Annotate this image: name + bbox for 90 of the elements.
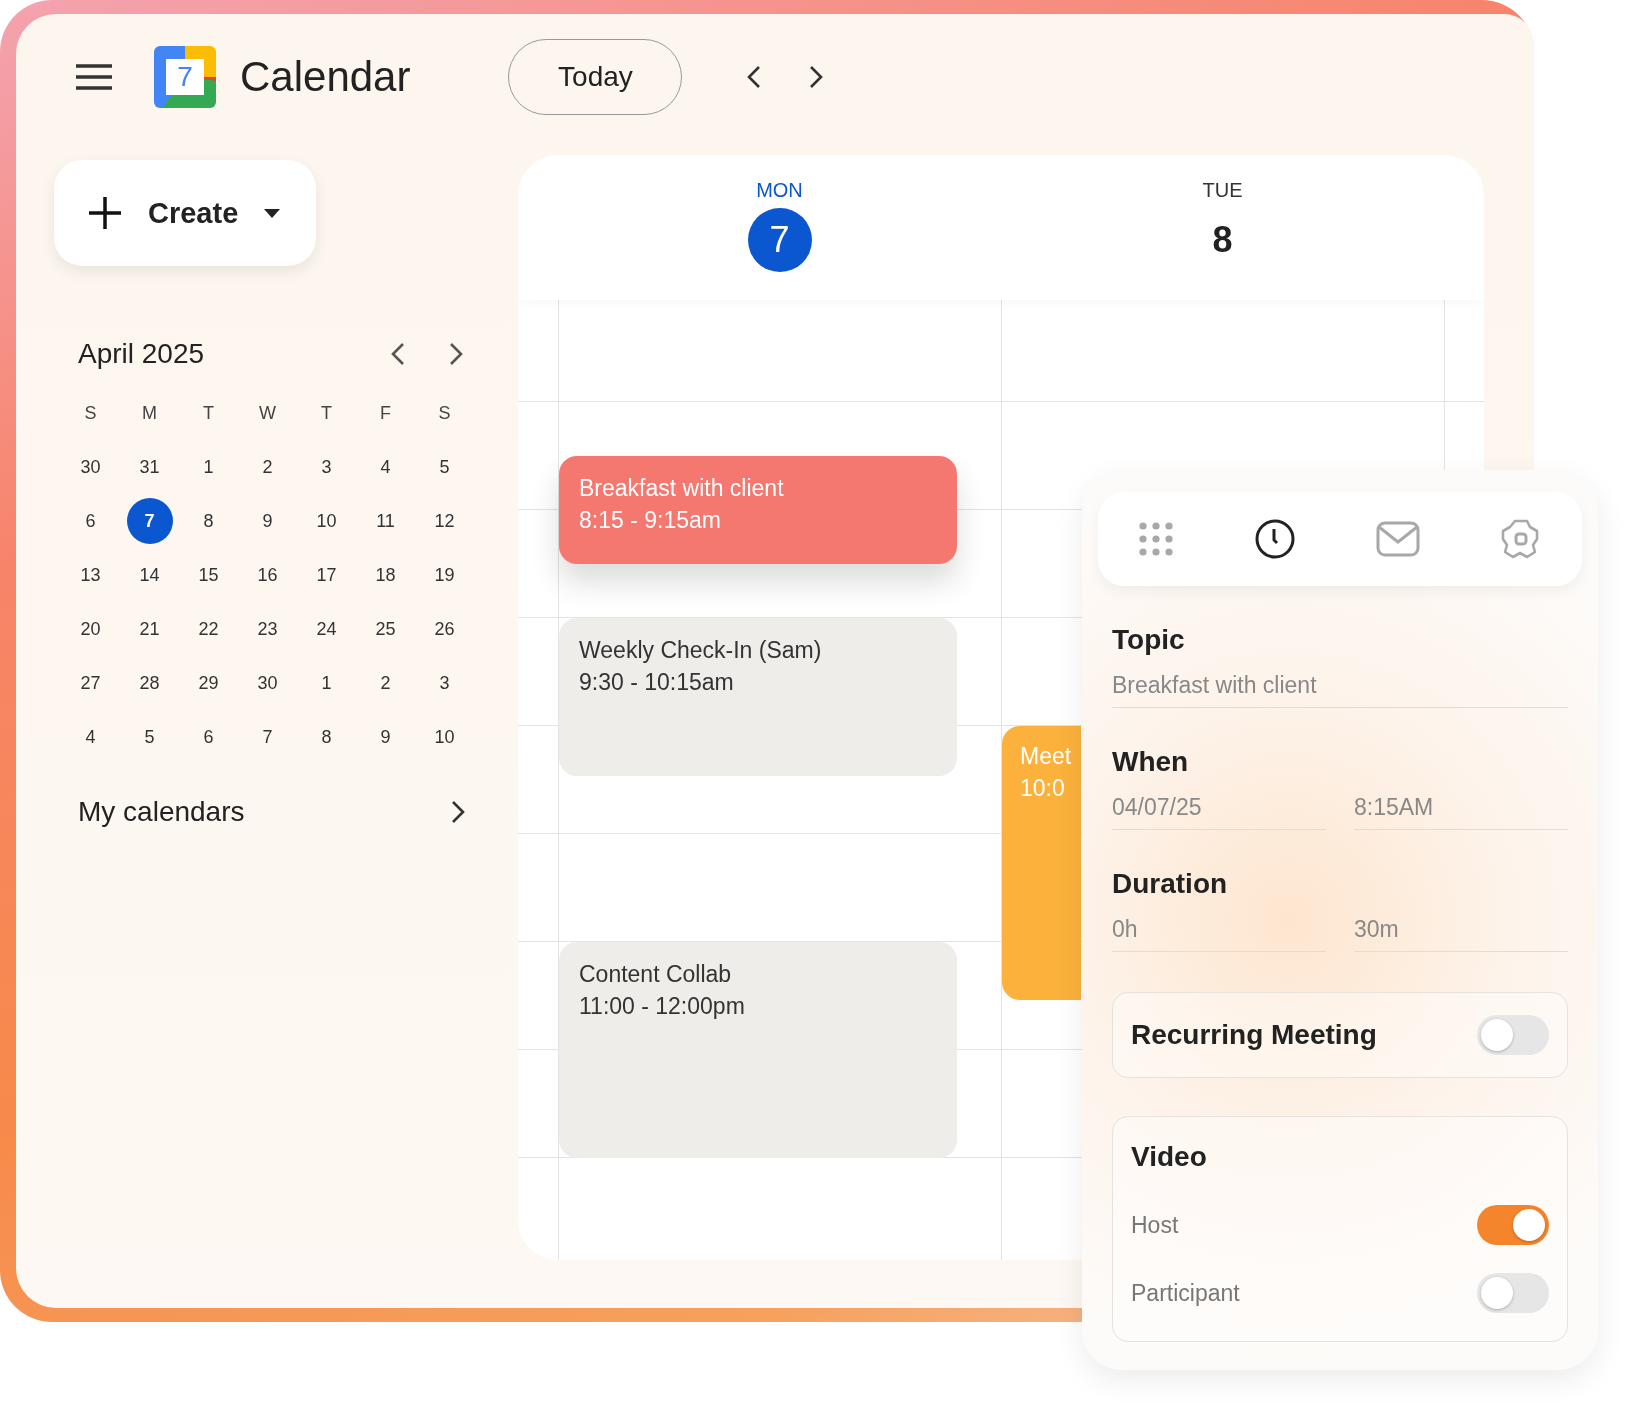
event-time: 11:00 - 12:00pm — [579, 992, 746, 1021]
field-label: Duration — [1112, 868, 1229, 900]
calendar-day[interactable]: 8 — [185, 498, 232, 544]
calendar-day[interactable]: 5 — [126, 714, 173, 760]
toggle-switch[interactable] — [1477, 1015, 1549, 1055]
section-title: My calendars — [78, 796, 245, 828]
calendar-day[interactable]: 20 — [67, 606, 114, 652]
calendar-day[interactable]: 8 — [303, 714, 350, 760]
calendar-day[interactable]: 27 — [67, 660, 114, 706]
weekday-label: F — [379, 401, 392, 425]
caret-icon — [264, 208, 281, 218]
calendar-day[interactable]: 25 — [362, 606, 409, 652]
calendar-day[interactable]: 2 — [362, 660, 409, 706]
toggle-switch[interactable] — [1477, 1273, 1549, 1313]
calendar-day[interactable]: 26 — [421, 606, 468, 652]
calendar-day[interactable]: 1 — [185, 444, 232, 490]
weekday-label: T — [320, 401, 333, 425]
calendar-day[interactable]: 5 — [421, 444, 468, 490]
chevron-right-icon — [451, 800, 465, 824]
calendar-day[interactable]: 16 — [244, 552, 291, 598]
toggle-label: Recurring Meeting — [1131, 1019, 1377, 1051]
toggle-label: Participant — [1131, 1279, 1240, 1307]
event-title: Content Collab — [579, 960, 733, 989]
toggle-switch[interactable] — [1477, 1205, 1549, 1245]
toolbar-tab[interactable] — [1254, 518, 1296, 560]
calendar-day[interactable]: 19 — [421, 552, 468, 598]
calendar-day[interactable]: 28 — [126, 660, 173, 706]
calendar-day[interactable]: 18 — [362, 552, 409, 598]
chevron-right-icon — [449, 342, 463, 366]
calendar-day[interactable]: 2 — [244, 444, 291, 490]
weekday-label: TUE — [1202, 179, 1243, 202]
event-title: Breakfast with client — [579, 474, 785, 503]
calendar-day[interactable]: 30 — [67, 444, 114, 490]
calendar-day[interactable]: 3 — [421, 660, 468, 706]
calendar-day[interactable]: 9 — [362, 714, 409, 760]
calendar-day[interactable]: 17 — [303, 552, 350, 598]
chevron-left-icon — [391, 342, 405, 366]
grid-icon — [1138, 521, 1174, 557]
calendar-day[interactable]: 7 — [244, 714, 291, 760]
calendar-day[interactable]: 10 — [421, 714, 468, 760]
calendar-day[interactable]: 14 — [126, 552, 173, 598]
event-title: Weekly Check-In (Sam) — [579, 636, 823, 665]
calendar-day[interactable]: 12 — [421, 498, 468, 544]
app-title: Calendar — [240, 53, 411, 101]
chevron-left-icon — [747, 65, 762, 89]
plus-icon — [88, 196, 122, 230]
calendar-day[interactable]: 4 — [67, 714, 114, 760]
mail-icon — [1376, 521, 1420, 557]
calendar-day[interactable]: 22 — [185, 606, 232, 652]
clock-icon — [1254, 518, 1296, 560]
toggle-label: Host — [1131, 1211, 1179, 1239]
calendar-day[interactable]: 10 — [303, 498, 350, 544]
weekday-label: S — [83, 401, 98, 425]
section-title: Video — [1130, 1140, 1208, 1173]
calendar-logo: 7 — [154, 46, 216, 108]
weekday-label: S — [437, 401, 452, 425]
calendar-day[interactable]: 29 — [185, 660, 232, 706]
menu-icon[interactable] — [74, 62, 114, 92]
calendar-day[interactable]: 24 — [303, 606, 350, 652]
calendar-day[interactable]: 31 — [126, 444, 173, 490]
calendar-day[interactable]: 23 — [244, 606, 291, 652]
create-button[interactable]: Create — [54, 160, 316, 266]
calendar-day[interactable]: 6 — [67, 498, 114, 544]
calendar-day[interactable]: 30 — [244, 660, 291, 706]
event-title: Meet — [1020, 742, 1073, 771]
event-time: 9:30 - 10:15am — [579, 668, 735, 697]
event-time: 10:0 — [1020, 774, 1066, 803]
calendar-day[interactable]: 11 — [362, 498, 409, 544]
weekday-label: M — [141, 401, 158, 425]
calendar-day[interactable]: 21 — [126, 606, 173, 652]
event-block[interactable]: Content Collab 11:00 - 12:00pm — [559, 942, 957, 1158]
calendar-day[interactable]: 15 — [185, 552, 232, 598]
calendar-day[interactable]: 7 — [126, 498, 173, 544]
calendar-day[interactable]: 4 — [362, 444, 409, 490]
calendar-day[interactable]: 1 — [303, 660, 350, 706]
month-title: April 2025 — [78, 338, 206, 370]
date-number[interactable]: 7 — [747, 208, 812, 272]
field-label: Topic — [1112, 624, 1186, 656]
calendar-day[interactable]: 9 — [244, 498, 291, 544]
date-number[interactable]: 8 — [1190, 208, 1255, 272]
chevron-right-icon — [809, 65, 824, 89]
weekday-label: MON — [756, 179, 803, 202]
weekday-label: W — [258, 401, 277, 425]
event-block[interactable]: Weekly Check-In (Sam) 9:30 - 10:15am — [559, 618, 957, 776]
event-time: 8:15 - 9:15am — [579, 506, 722, 535]
weekday-label: T — [202, 401, 215, 425]
calendar-day[interactable]: 6 — [185, 714, 232, 760]
calendar-day[interactable]: 13 — [67, 552, 114, 598]
field-label: When — [1112, 746, 1190, 778]
calendar-day[interactable]: 3 — [303, 444, 350, 490]
